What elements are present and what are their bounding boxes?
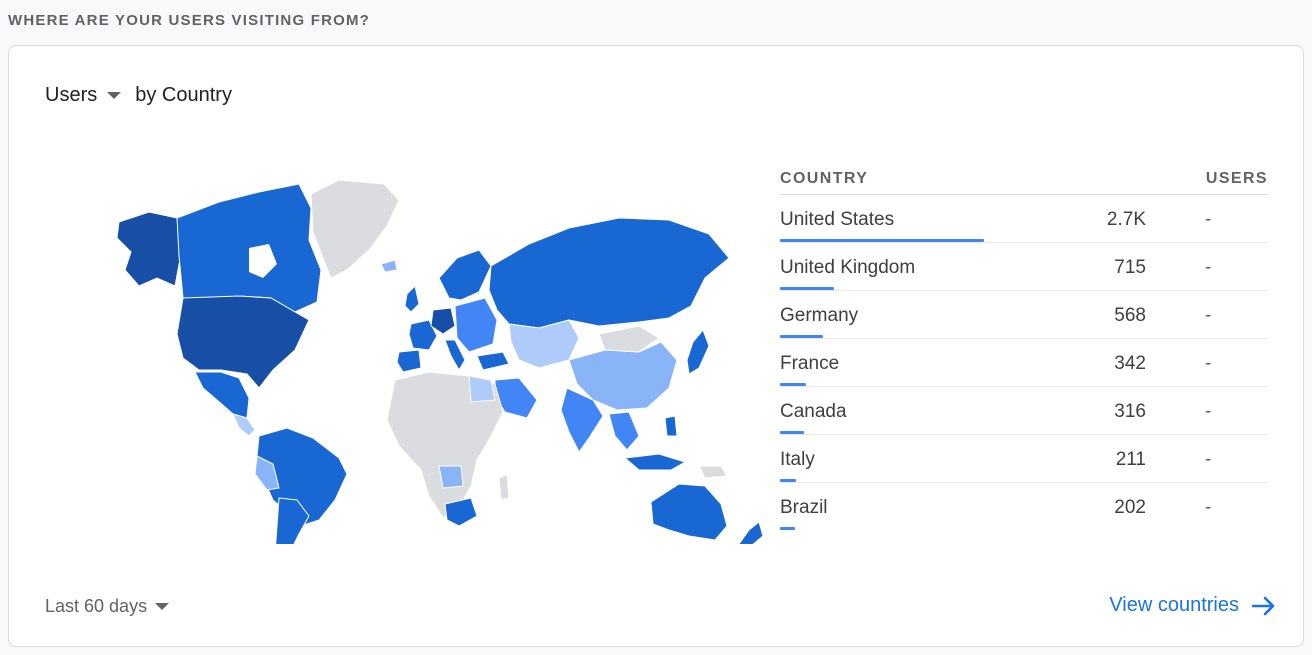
metric-dropdown[interactable]: Users [45, 84, 135, 107]
share-bar [780, 287, 834, 290]
col-header-users[interactable]: USERS [1206, 170, 1268, 188]
country-name: Italy [780, 449, 815, 470]
map-region-alaska[interactable] [116, 211, 182, 287]
map-region-new-guinea[interactable] [698, 465, 728, 479]
change-value: - [1205, 305, 1212, 326]
map-region-australia[interactable] [650, 483, 728, 541]
map-region-russia[interactable] [488, 217, 730, 329]
map-region-madagascar[interactable] [498, 473, 510, 501]
map-region-mexico[interactable] [194, 371, 250, 419]
share-bar [780, 527, 795, 530]
map-region-uk[interactable] [404, 285, 420, 313]
caret-down-icon [107, 92, 122, 99]
change-value: - [1205, 401, 1212, 422]
country-name: United Kingdom [780, 257, 916, 278]
change-value: - [1205, 209, 1212, 230]
user-count: 202 [1114, 497, 1146, 518]
caret-down-icon [155, 603, 170, 610]
metric-selector-row: Users by Country [45, 84, 232, 107]
country-name: Canada [780, 401, 847, 422]
user-count: 316 [1114, 401, 1146, 422]
user-count: 715 [1114, 257, 1146, 278]
section-title: WHERE ARE YOUR USERS VISITING FROM? [8, 12, 371, 29]
change-value: - [1205, 449, 1212, 470]
table-row[interactable]: United States 2.7K - [780, 195, 1268, 243]
table-row[interactable]: France 342 - [780, 339, 1268, 387]
change-value: - [1205, 353, 1212, 374]
map-region-egypt[interactable] [468, 375, 496, 403]
share-bar [780, 431, 804, 434]
countries-table: COUNTRY USERS United States 2.7K - United K… [780, 154, 1268, 530]
metric-label: Users [45, 84, 98, 106]
user-count: 211 [1115, 449, 1146, 470]
date-range-label: Last 60 days [45, 596, 148, 616]
change-value: - [1205, 257, 1212, 278]
col-header-country: COUNTRY [780, 170, 869, 187]
country-name: United States [780, 209, 895, 230]
countries-card: Users by Country COUNTRY USERS United St… [8, 45, 1304, 647]
user-count: 342 [1114, 353, 1146, 374]
date-range-dropdown[interactable]: Last 60 days [45, 596, 170, 617]
share-bar [780, 383, 806, 386]
view-countries-link[interactable]: View countries [1109, 594, 1277, 617]
table-row[interactable]: Brazil 202 - [780, 483, 1268, 530]
user-count: 568 [1114, 305, 1146, 326]
world-map-svg [116, 179, 764, 588]
map-region-indonesia[interactable] [623, 453, 687, 471]
map-region-eastern-europe[interactable] [454, 297, 498, 353]
share-bar [780, 239, 984, 242]
map-region-angola[interactable] [438, 465, 464, 489]
table-row[interactable]: Canada 316 - [780, 387, 1268, 435]
dimension-label: by Country [135, 84, 232, 106]
user-count: 2.7K [1106, 209, 1146, 230]
map-region-central-america[interactable] [232, 413, 256, 437]
map-region-new-zealand[interactable] [738, 521, 764, 553]
country-name: Brazil [780, 497, 828, 518]
table-header: COUNTRY USERS [780, 154, 1268, 195]
table-row[interactable]: Germany 568 - [780, 291, 1268, 339]
map-region-philippines[interactable] [664, 415, 678, 437]
share-bar [780, 335, 823, 338]
country-name: Germany [780, 305, 859, 326]
map-region-iceland[interactable] [380, 259, 398, 273]
map-region-central-asia[interactable] [508, 319, 580, 369]
country-name: France [780, 353, 840, 374]
share-bar [780, 479, 796, 482]
map-region-scandinavia[interactable] [438, 249, 492, 301]
table-row[interactable]: United Kingdom 715 - [780, 243, 1268, 291]
world-map[interactable] [99, 174, 769, 588]
table-row[interactable]: Italy 211 - [780, 435, 1268, 483]
map-region-japan[interactable] [686, 329, 710, 375]
change-value: - [1205, 497, 1212, 518]
map-region-spain[interactable] [396, 349, 422, 373]
view-countries-label: View countries [1109, 594, 1239, 616]
arrow-right-icon [1251, 596, 1275, 615]
map-region-se-asia[interactable] [608, 411, 640, 451]
map-region-turkey[interactable] [476, 351, 510, 371]
